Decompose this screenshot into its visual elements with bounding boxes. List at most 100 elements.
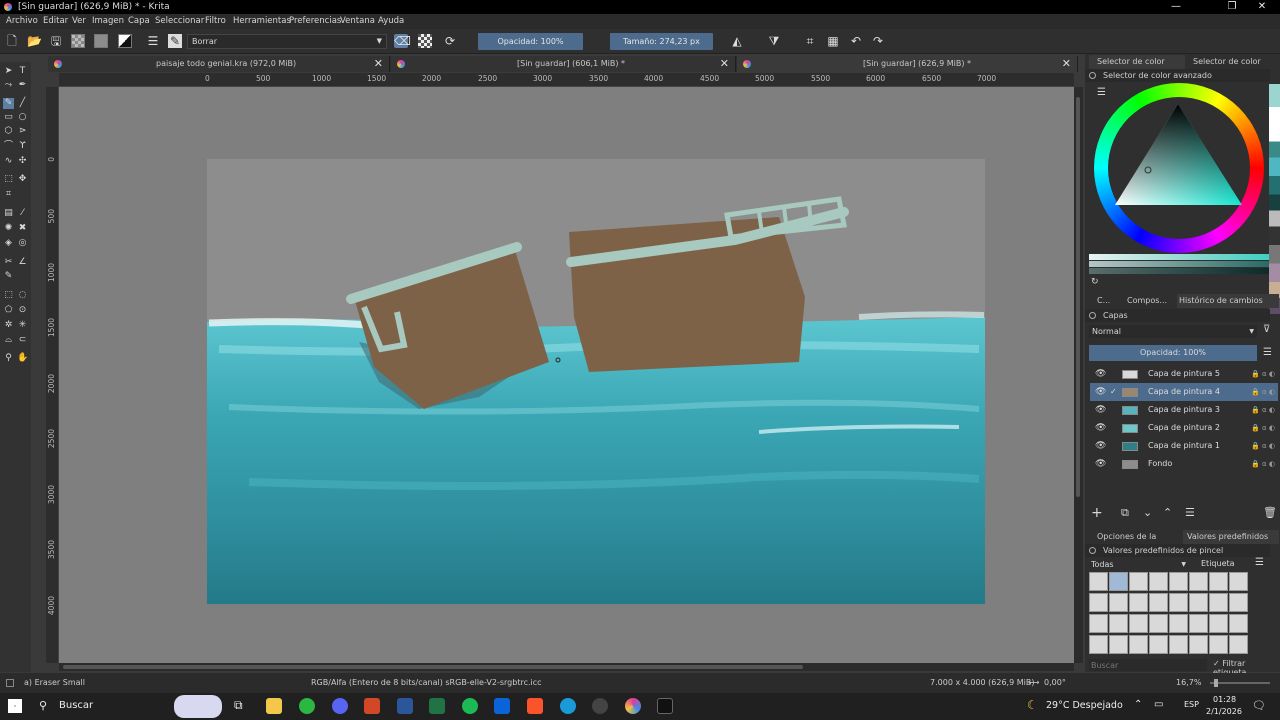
magnetic-select-tool-icon[interactable]: ⊂ [17, 335, 28, 346]
brush-settings-icon[interactable]: ☰ [146, 34, 160, 48]
brush-preset-thumb[interactable] [1109, 635, 1128, 654]
layer-flags-icon[interactable]: 🔒 α ◐ [1251, 455, 1275, 473]
brush-preset-thumb[interactable] [1229, 593, 1248, 612]
rect-select-tool-icon[interactable]: ⬚ [3, 290, 14, 301]
eraser-mode-icon[interactable]: ⌫ [394, 34, 411, 48]
color-picker-tool-icon[interactable]: ⁄ [17, 208, 28, 219]
brush-preset-icon[interactable]: ✎ [168, 34, 182, 48]
brush-preset-thumb[interactable] [1129, 572, 1148, 591]
tab-tool-options[interactable]: Opciones de la herr... [1089, 530, 1181, 555]
brush-preset-thumb[interactable] [1089, 572, 1108, 591]
mail-icon[interactable] [494, 698, 510, 714]
enclose-fill-tool-icon[interactable]: ◎ [17, 238, 28, 249]
eye-icon[interactable]: 👁 [1095, 419, 1106, 437]
tab-brush-presets[interactable]: Valores predefinidos d... [1183, 530, 1279, 555]
brush-preset-thumb[interactable] [1089, 635, 1108, 654]
ellipse-select-tool-icon[interactable]: ◌ [17, 290, 28, 301]
menu-seleccionar[interactable]: Seleccionar [155, 14, 204, 29]
brush-preset-thumb[interactable] [1149, 614, 1168, 633]
powerpoint-icon[interactable] [364, 698, 380, 714]
file-explorer-icon[interactable] [266, 698, 282, 714]
save-icon[interactable]: 🖫 [49, 34, 63, 48]
brush-preset-thumb[interactable] [1109, 593, 1128, 612]
layer-flags-icon[interactable]: 🔒 α ◐ [1251, 419, 1275, 437]
weather-text[interactable]: 29°C Despejado [1046, 700, 1123, 711]
image-dimensions[interactable]: 7.000 x 4.000 (626,9 MiB) [930, 673, 1034, 693]
brush-preset-thumb[interactable] [1089, 593, 1108, 612]
menu-editar[interactable]: Editar [43, 14, 68, 29]
gradient-preset-icon[interactable] [71, 34, 85, 48]
close-tab-icon[interactable]: ✕ [720, 56, 729, 72]
brush-preset-thumb[interactable] [1169, 614, 1188, 633]
color-history-strip[interactable] [1269, 84, 1280, 314]
horizontal-scrollbar[interactable] [59, 663, 1074, 671]
freehand-brush-tool-icon[interactable]: ✎ [3, 98, 14, 109]
new-document-icon[interactable]: 🗋 [5, 34, 19, 48]
delete-layer-icon[interactable]: 🗑 [1263, 506, 1277, 519]
layer-opacity-slider[interactable]: Opacidad: 100% [1089, 345, 1257, 361]
contiguous-select-tool-icon[interactable]: ✲ [3, 320, 14, 331]
rotation-value[interactable]: 0,00° [1044, 673, 1066, 693]
menu-imagen[interactable]: Imagen [92, 14, 124, 29]
scroll-thumb[interactable] [63, 665, 803, 669]
brush-preset-thumb[interactable] [1229, 572, 1248, 591]
zoom-slider[interactable] [1210, 679, 1270, 687]
brush-preset-thumb[interactable] [1149, 593, 1168, 612]
move-tool-icon[interactable]: ✥ [17, 174, 28, 185]
tab-compositions[interactable]: Compos... [1115, 294, 1175, 308]
brush-preset-thumb[interactable] [1129, 635, 1148, 654]
fg-bg-color-icon[interactable] [118, 34, 132, 48]
assistant-editor-icon[interactable]: ✂ [3, 257, 14, 268]
brush-preset-thumb[interactable] [1209, 614, 1228, 633]
menu-preferencias[interactable]: Preferencias [289, 14, 341, 29]
tab-document-2[interactable]: [Sin guardar] (606,1 MiB) * ✕ [391, 56, 736, 72]
duplicate-layer-icon[interactable]: ⧉ [1121, 506, 1129, 520]
pattern-preset-icon[interactable] [94, 34, 108, 48]
clock-date[interactable]: 2/1/2026 [1206, 707, 1242, 716]
windows-start-icon[interactable] [8, 699, 22, 713]
opacity-slider[interactable]: Opacidad: 100% [478, 33, 583, 50]
close-window-icon[interactable]: ✕ [1248, 0, 1276, 14]
discord-icon[interactable] [332, 698, 348, 714]
menu-filtro[interactable]: Filtro [205, 14, 226, 29]
bezier-select-tool-icon[interactable]: ⌓ [3, 335, 14, 346]
move-layer-down-icon[interactable]: ⌄ [1143, 506, 1152, 519]
github-icon[interactable] [592, 698, 608, 714]
layer-row[interactable]: 👁 Capa de pintura 5 🔒 α ◐ [1090, 365, 1278, 383]
brush-preset-thumb[interactable] [1189, 635, 1208, 654]
gradient-tool-icon[interactable]: ▤ [3, 208, 14, 219]
similar-select-tool-icon[interactable]: ✳ [17, 320, 28, 331]
calligraphy-tool-icon[interactable]: ✒ [17, 80, 28, 91]
layer-row-selected[interactable]: 👁 ✓ Capa de pintura 4 🔒 α ◐ [1090, 383, 1278, 401]
wrap-around-icon[interactable]: ▦ [826, 34, 840, 48]
smart-patch-tool-icon[interactable]: ✺ [3, 223, 14, 234]
close-tab-icon[interactable]: ✕ [374, 56, 383, 72]
move-layer-up-icon[interactable]: ⌃ [1163, 506, 1172, 519]
layer-flags-icon[interactable]: 🔒 α ◐ [1251, 437, 1275, 455]
notification-icon[interactable]: 🗨 [1252, 699, 1266, 712]
layer-row[interactable]: 👁 Capa de pintura 1 🔒 α ◐ [1090, 437, 1278, 455]
layer-row[interactable]: 👁 Fondo 🔒 α ◐ [1090, 455, 1278, 473]
layer-flags-icon[interactable]: 🔒 α ◐ [1251, 383, 1275, 401]
crop-icon[interactable]: ⌗ [803, 34, 817, 48]
tab-document-3[interactable]: [Sin guardar] (626,9 MiB) * ✕ [737, 56, 1078, 72]
brush-preset-thumb[interactable] [1129, 593, 1148, 612]
brush-preset-thumb[interactable] [1189, 572, 1208, 591]
whatsapp-icon[interactable] [299, 698, 315, 714]
brush-preset-thumb[interactable] [1229, 635, 1248, 654]
zoom-tool-icon[interactable]: ⚲ [3, 353, 14, 364]
shade-bar-2[interactable] [1089, 261, 1269, 267]
zoom-slider-handle[interactable] [1214, 679, 1218, 687]
color-settings-icon[interactable]: ☰ [1097, 87, 1106, 98]
reference-tool-icon[interactable]: ✎ [3, 271, 14, 282]
menu-ayuda[interactable]: Ayuda [378, 14, 404, 29]
lock-docker-icon[interactable] [1089, 547, 1096, 554]
brush-preset-thumb[interactable] [1109, 572, 1128, 591]
zoom-value[interactable]: 16,7% [1176, 673, 1201, 693]
lock-docker-icon[interactable] [1089, 72, 1096, 79]
edit-shapes-tool-icon[interactable]: ⤳ [3, 80, 14, 91]
lock-docker-icon[interactable] [1089, 312, 1096, 319]
dynamic-brush-tool-icon[interactable]: ∿ [3, 156, 14, 167]
rectangle-tool-icon[interactable]: ▭ [3, 112, 14, 123]
menu-herramientas[interactable]: Herramientas [233, 14, 291, 29]
